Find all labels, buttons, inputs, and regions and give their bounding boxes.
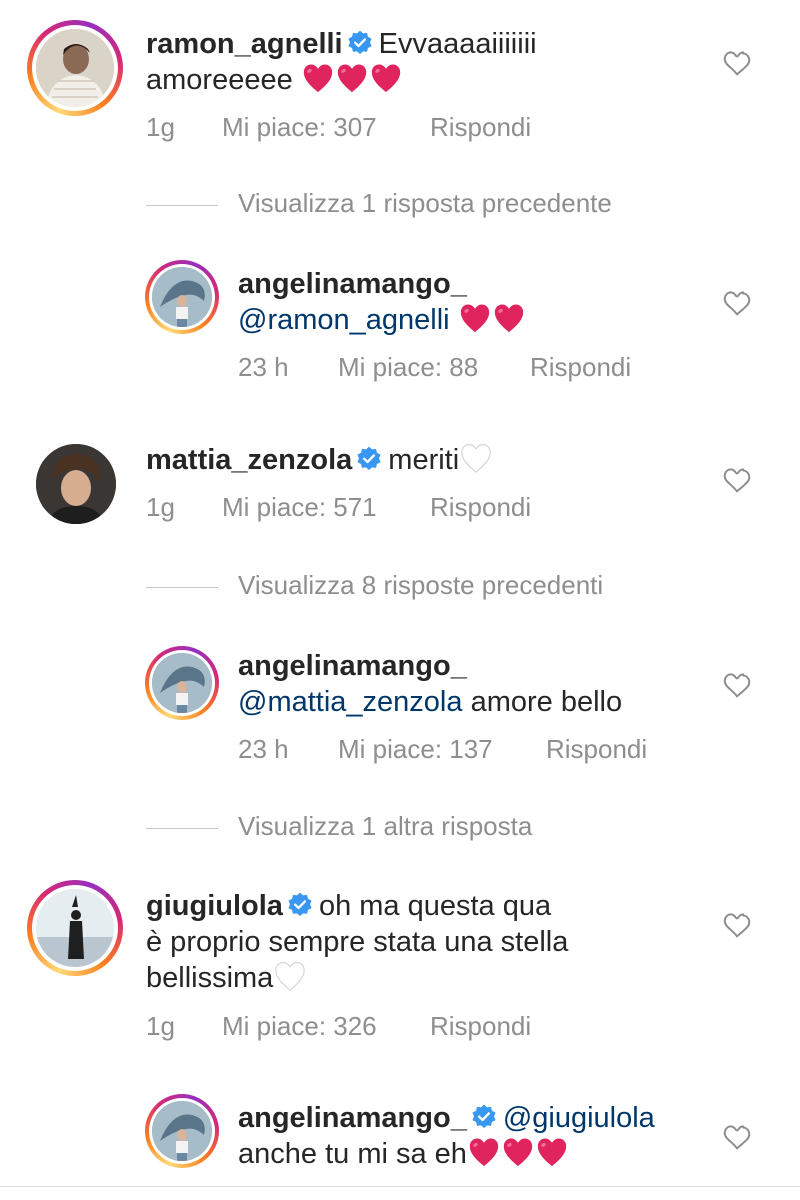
verified-badge-icon: [347, 30, 373, 56]
comment-body: angelinamango_ @giugiulola anche tu mi sa…: [238, 1100, 718, 1172]
view-replies-button[interactable]: Visualizza 8 risposte precedenti: [146, 570, 603, 601]
comment-likes[interactable]: Mi piace: 137: [338, 734, 546, 764]
comment-time: 1g: [146, 1011, 175, 1041]
reply-angelinamango-1: angelinamango_ @ramon_agnelli 23 h Mi pia…: [0, 250, 800, 390]
red-heart-emoji: [458, 302, 492, 334]
comment-meta: 1g Mi piace: 326 Rispondi: [146, 1011, 531, 1041]
avatar[interactable]: [36, 444, 116, 524]
user-photo-icon: [152, 1101, 212, 1161]
comment-time: 23 h: [238, 352, 289, 382]
comment-text-line2: amoreeeee: [146, 64, 293, 96]
reply-button[interactable]: Rispondi: [430, 112, 531, 142]
divider-line: [146, 827, 218, 829]
comment-body: mattia_zenzola meriti: [146, 442, 706, 478]
mention-link[interactable]: @mattia_zenzola: [238, 686, 463, 718]
like-heart-icon[interactable]: [722, 467, 752, 495]
like-heart-icon[interactable]: [722, 672, 752, 700]
user-photo-icon: [152, 267, 212, 327]
comment-body: angelinamango_ @ramon_agnelli: [238, 266, 698, 338]
comment-time: 1g: [146, 112, 175, 142]
user-photo-icon: [152, 653, 212, 713]
comment-username[interactable]: ramon_agnelli: [146, 28, 343, 60]
avatar[interactable]: [27, 880, 123, 976]
like-heart-icon[interactable]: [722, 290, 752, 318]
avatar[interactable]: [145, 1094, 219, 1168]
mention-link[interactable]: @giugiulola: [503, 1102, 655, 1134]
comment-text: meriti: [388, 444, 460, 476]
comment-time: 1g: [146, 492, 175, 522]
view-replies-button[interactable]: Visualizza 1 altra risposta: [146, 811, 532, 842]
comment-username[interactable]: angelinamango_: [238, 650, 467, 682]
view-replies-label: Visualizza 1 risposta precedente: [238, 188, 612, 218]
comment-meta: 23 h Mi piace: 137 Rispondi: [238, 734, 647, 764]
like-heart-icon[interactable]: [722, 1124, 752, 1152]
comment-likes[interactable]: Mi piace: 88: [338, 352, 530, 382]
divider-line: [146, 586, 218, 588]
white-heart-emoji: [459, 442, 493, 474]
like-heart-icon[interactable]: [722, 912, 752, 940]
comment-text-line2: anche tu mi sa eh: [238, 1138, 467, 1170]
reply-angelinamango-3: angelinamango_ @giugiulola anche tu mi sa…: [0, 1090, 800, 1186]
white-heart-emoji: [273, 960, 307, 992]
user-photo-icon: [36, 29, 114, 107]
verified-badge-icon: [471, 1104, 497, 1130]
avatar[interactable]: [145, 260, 219, 334]
verified-badge-icon: [287, 892, 313, 918]
comment-body: angelinamango_ @mattia_zenzola amore bel…: [238, 648, 718, 720]
red-heart-emoji: [335, 62, 369, 94]
comment-username[interactable]: angelinamango_: [238, 1102, 467, 1134]
comment-body: ramon_agnelli Evvaaaaiiiiiii amoreeeee: [146, 26, 706, 98]
comment-meta: 1g Mi piace: 307 Rispondi: [146, 112, 531, 142]
comment-text: Evvaaaaiiiiiii: [378, 28, 537, 60]
comment-text: amore bello: [470, 686, 623, 718]
comment-time: 23 h: [238, 734, 289, 764]
reply-angelinamango-2: angelinamango_ @mattia_zenzola amore bel…: [0, 632, 800, 782]
mention-link[interactable]: @ramon_agnelli: [238, 304, 450, 336]
view-replies-button[interactable]: Visualizza 1 risposta precedente: [146, 188, 612, 219]
comment-likes[interactable]: Mi piace: 571: [222, 492, 430, 522]
like-heart-icon[interactable]: [722, 50, 752, 78]
reply-button[interactable]: Rispondi: [530, 352, 631, 382]
reply-button[interactable]: Rispondi: [430, 492, 531, 522]
comment-username[interactable]: giugiulola: [146, 890, 283, 922]
comment-likes[interactable]: Mi piace: 326: [222, 1011, 430, 1041]
verified-badge-icon: [356, 446, 382, 472]
red-heart-emoji: [301, 62, 335, 94]
red-heart-emoji: [492, 302, 526, 334]
comment-meta: 23 h Mi piace: 88 Rispondi: [238, 352, 631, 382]
avatar[interactable]: [27, 20, 123, 116]
comment-username[interactable]: mattia_zenzola: [146, 444, 352, 476]
red-heart-emoji: [501, 1136, 535, 1168]
bottom-divider: [0, 1186, 800, 1187]
comment-text: oh ma questa qua: [318, 890, 552, 922]
comment-body: giugiulola oh ma questa qua è proprio sem…: [146, 888, 706, 996]
red-heart-emoji: [467, 1136, 501, 1168]
red-heart-emoji: [369, 62, 403, 94]
reply-button[interactable]: Rispondi: [430, 1011, 531, 1041]
view-replies-label: Visualizza 8 risposte precedenti: [238, 570, 604, 600]
divider-line: [146, 204, 218, 206]
comment-mattia-zenzola: mattia_zenzola meriti 1g Mi piace: 571 Risp…: [0, 430, 800, 540]
comment-meta: 1g Mi piace: 571 Rispondi: [146, 492, 531, 522]
comment-ramon-agnelli: ramon_agnelli Evvaaaaiiiiiii amoreeeee 1g…: [0, 0, 800, 150]
reply-button[interactable]: Rispondi: [546, 734, 647, 764]
comment-giugiulola: giugiulola oh ma questa qua è proprio sem…: [0, 870, 800, 1050]
user-photo-icon: [36, 444, 116, 524]
view-replies-label: Visualizza 1 altra risposta: [238, 811, 533, 841]
comment-username[interactable]: angelinamango_: [238, 268, 467, 300]
user-photo-icon: [36, 889, 114, 967]
comment-likes[interactable]: Mi piace: 307: [222, 112, 430, 142]
red-heart-emoji: [535, 1136, 569, 1168]
comment-text-line3: bellissima: [146, 962, 274, 994]
comment-text-line2: è proprio sempre stata una stella: [146, 926, 569, 958]
avatar[interactable]: [145, 646, 219, 720]
